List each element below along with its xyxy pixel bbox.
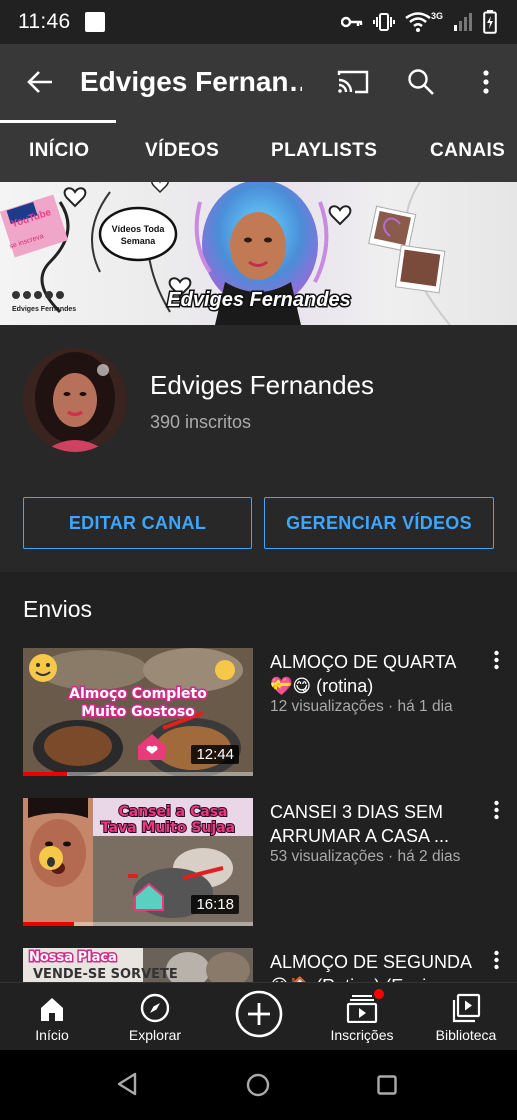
video-more-button[interactable]	[484, 650, 508, 680]
library-icon	[452, 993, 481, 1023]
edit-channel-button[interactable]: EDITAR CANAL	[23, 497, 252, 549]
app-bar: Edviges Fernan…	[0, 44, 517, 120]
video-meta: 12 visualizações · há 1 dia	[270, 698, 453, 715]
nav-item-explore[interactable]: Explorar	[120, 983, 190, 1051]
video-item[interactable]: Cansei a Casa Tava Muito Sujaa 16:18 CAN…	[0, 798, 517, 926]
thumb-text-line1: Almoço Completo	[69, 686, 207, 702]
compass-icon	[140, 993, 170, 1023]
thumb-text-line2: Muito Gostoso	[81, 704, 195, 720]
video-title[interactable]: ALMOÇO DE QUARTA 💝😋 (rotina)	[270, 650, 482, 698]
video-duration: 12:44	[191, 745, 239, 764]
channel-header: Edviges Fernandes 390 inscritos EDITAR C…	[0, 325, 517, 572]
channel-banner: YouTube se inscreva Vídeos Toda Semana E…	[0, 182, 517, 325]
add-circle-icon	[235, 990, 283, 1038]
video-thumbnail[interactable]: Cansei a Casa Tava Muito Sujaa 16:18	[23, 798, 253, 926]
tab-inicio[interactable]: INÍCIO	[29, 120, 89, 182]
banner-name-text: Edviges Fernandes	[167, 289, 350, 311]
video-title[interactable]: ALMOÇO DE SEGUNDA 😋🏠 (Rotina) (Ensin	[270, 950, 482, 982]
tab-canais[interactable]: CANAIS	[430, 120, 505, 182]
search-button[interactable]	[387, 44, 455, 120]
nav-item-home[interactable]: Início	[18, 983, 86, 1051]
banner-art: YouTube se inscreva Vídeos Toda Semana E…	[0, 182, 451, 325]
video-thumbnail[interactable]: Nossa Placa VENDE-SE SORVETE	[23, 948, 253, 982]
avatar-image	[23, 348, 127, 452]
thumb-text-line1: Cansei a Casa	[118, 804, 227, 820]
video-title[interactable]: CANSEI 3 DIAS SEM ARRUMAR A CASA ...	[270, 800, 482, 848]
cast-icon	[337, 70, 369, 94]
bottom-navigation: Início Explorar Inscrições Biblioteca	[0, 982, 517, 1050]
search-icon	[408, 69, 434, 95]
nav-item-create[interactable]	[234, 983, 284, 1051]
subscriptions-icon	[346, 995, 378, 1023]
subscriber-count: 390 inscritos	[150, 412, 252, 432]
uploads-section: Envios Almoço Completo Muito Gostoso 12:…	[0, 572, 517, 982]
network-type: 3G	[430, 11, 443, 21]
page-title: Edviges Fernan…	[80, 66, 302, 97]
notification-square-icon	[84, 12, 105, 32]
nav-label: Inscrições	[330, 1027, 394, 1043]
system-recents-icon[interactable]	[377, 1075, 397, 1095]
channel-tabs: INÍCIO VÍDEOS PLAYLISTS CANAIS	[0, 120, 517, 182]
thumb-text-line1: Nossa Placa	[29, 950, 117, 965]
more-vert-icon	[493, 650, 499, 670]
system-back-icon[interactable]	[116, 1072, 138, 1096]
tab-videos[interactable]: VÍDEOS	[145, 120, 219, 182]
battery-charging-icon	[483, 10, 497, 34]
watch-progress	[23, 922, 74, 926]
back-arrow-icon	[27, 71, 52, 93]
nav-label: Início	[35, 1027, 69, 1043]
cast-button[interactable]	[319, 44, 387, 120]
status-time: 11:46	[18, 10, 71, 33]
banner-small-name: Edviges Fernandes	[12, 306, 76, 313]
watch-progress	[23, 772, 67, 776]
manage-videos-button[interactable]: GERENCIAR VÍDEOS	[264, 497, 494, 549]
home-icon	[41, 998, 63, 1021]
notification-badge	[374, 989, 384, 999]
video-more-button[interactable]	[484, 950, 508, 980]
video-item[interactable]: Nossa Placa VENDE-SE SORVETE ALMOÇO DE S…	[0, 948, 517, 982]
video-meta: 53 visualizações · há 2 dias	[270, 848, 461, 865]
video-duration: 16:18	[191, 895, 239, 914]
thumb-text-line2: VENDE-SE SORVETE	[33, 967, 178, 982]
thumbnail-image: Nossa Placa VENDE-SE SORVETE	[23, 948, 253, 982]
vibrate-icon	[372, 13, 395, 31]
svg-text:Semana: Semana	[121, 236, 157, 246]
nav-item-subscriptions[interactable]: Inscrições	[326, 983, 398, 1051]
wifi-icon	[405, 12, 431, 32]
video-thumbnail[interactable]: Almoço Completo Muito Gostoso 12:44	[23, 648, 253, 776]
avatar[interactable]	[23, 348, 127, 452]
more-options-button[interactable]	[455, 44, 517, 120]
video-more-button[interactable]	[484, 800, 508, 830]
key-icon	[340, 16, 363, 28]
system-navigation-bar	[0, 1050, 517, 1120]
status-bar: 11:46 3G	[0, 0, 517, 44]
back-button[interactable]	[0, 44, 80, 120]
section-title: Envios	[23, 596, 93, 622]
more-vert-icon	[493, 800, 499, 820]
more-vert-icon	[493, 950, 499, 970]
system-home-icon[interactable]	[246, 1073, 270, 1097]
more-vert-icon	[483, 70, 489, 94]
nav-item-library[interactable]: Biblioteca	[430, 983, 502, 1051]
channel-name: Edviges Fernandes	[150, 370, 375, 400]
thumb-text-line2: Tava Muito Sujaa	[101, 820, 235, 836]
active-tab-indicator	[0, 120, 116, 123]
tab-playlists[interactable]: PLAYLISTS	[271, 120, 377, 182]
banner-bubble-text: Vídeos Toda	[112, 224, 166, 234]
nav-label: Biblioteca	[435, 1027, 497, 1043]
nav-label: Explorar	[128, 1027, 182, 1043]
signal-icon	[454, 13, 472, 31]
video-item[interactable]: Almoço Completo Muito Gostoso 12:44 ALMO…	[0, 648, 517, 776]
